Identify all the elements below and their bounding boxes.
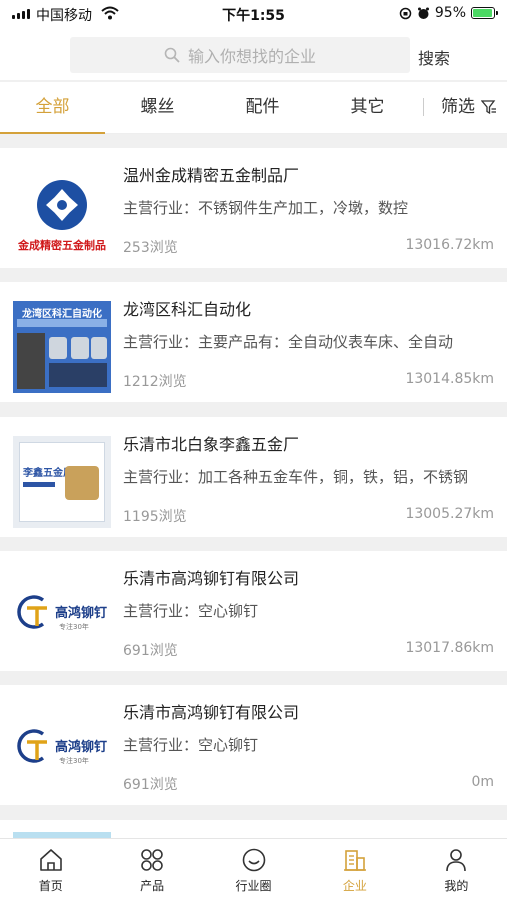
company-logo: 李鑫五金厂	[13, 436, 111, 528]
logo-subtext: 专注30年	[59, 623, 89, 631]
company-industry: 主营行业：空心铆钉	[123, 736, 259, 754]
distance: 13005.27km	[405, 506, 494, 522]
nav-products-label: 产品	[140, 879, 165, 893]
products-icon	[141, 849, 163, 871]
nav-me[interactable]: 我的	[406, 839, 507, 900]
company-card[interactable]: 高鸿铆钉 专注30年 乐清市高鸿铆钉有限公司 主营行业：空心铆钉 691浏览 0…	[0, 685, 507, 805]
company-industry: 主营行业：主要产品有：全自动仪表车床、全自动	[123, 333, 454, 351]
company-name: 乐清市北白象李鑫五金厂	[123, 435, 300, 454]
logo-banner	[17, 319, 107, 327]
logo-banner	[23, 482, 55, 487]
part-image	[91, 337, 107, 359]
nav-products[interactable]: 产品	[101, 839, 202, 900]
search-button[interactable]: 搜索	[418, 45, 450, 69]
company-card[interactable]: 李鑫五金厂 乐清市北白象李鑫五金厂 主营行业：加工各种五金车件，铜，铁，铝，不锈…	[0, 417, 507, 537]
user-icon	[446, 849, 467, 872]
filter-icon	[481, 100, 496, 115]
carrier-label: 中国移动	[36, 8, 92, 24]
part-image	[49, 363, 107, 387]
view-count: 1212浏览	[123, 374, 187, 390]
company-logo: 高鸿铆钉 专注30年	[13, 704, 111, 796]
home-icon	[39, 849, 62, 871]
company-industry: 主营行业：空心铆钉	[123, 602, 259, 620]
company-name: 温州金成精密五金制品厂	[123, 166, 300, 185]
battery-icon	[471, 7, 498, 19]
nav-industry-circle-label: 行业圈	[235, 879, 272, 893]
nav-enterprise-label: 企业	[342, 879, 367, 893]
distance: 13017.86km	[405, 640, 494, 656]
view-count: 253浏览	[123, 240, 178, 256]
logo-subtext: 专注30年	[59, 757, 89, 765]
search-bar: 输入你想找的企业 搜索	[0, 28, 507, 80]
product-image	[65, 466, 99, 500]
part-image	[71, 337, 89, 359]
nav-enterprise[interactable]: 企业	[304, 839, 405, 900]
machine-image	[17, 333, 45, 389]
company-card[interactable]: 金成精密五金制品 温州金成精密五金制品厂 主营行业：不锈钢件生产加工，冷墩，数控…	[0, 148, 507, 268]
gaohong-logo-mark	[17, 595, 47, 629]
company-logo: 龙湾区科汇自动化	[13, 301, 111, 393]
search-icon	[164, 47, 180, 63]
tab-all[interactable]: 全部	[0, 82, 105, 134]
company-name: 龙湾区科汇自动化	[123, 300, 252, 319]
battery-percent: 95%	[434, 5, 466, 21]
distance: 0m	[471, 774, 494, 790]
filter-button[interactable]: 筛选	[441, 82, 497, 132]
search-placeholder: 输入你想找的企业	[187, 47, 316, 66]
view-count: 691浏览	[123, 643, 178, 659]
wifi-icon	[101, 6, 119, 20]
divider	[423, 98, 424, 116]
building-icon	[343, 850, 366, 871]
smile-icon	[242, 848, 265, 872]
company-logo: 金成精密五金制品	[13, 167, 111, 259]
tab-other[interactable]: 其它	[315, 82, 420, 133]
company-industry: 主营行业：加工各种五金车件，铜，铁，铝，不锈钢	[123, 468, 469, 486]
logo-text: 高鸿铆钉	[55, 740, 108, 755]
category-tabs: 全部 螺丝 配件 其它 筛选	[0, 82, 507, 134]
orientation-lock-icon	[399, 7, 412, 19]
logo-text: 高鸿铆钉	[55, 606, 108, 621]
part-image	[49, 337, 67, 359]
view-count: 691浏览	[123, 777, 178, 793]
distance: 13014.85km	[405, 371, 494, 387]
bottom-nav: 首页 产品 行业圈 企业 我的	[0, 838, 507, 900]
gaohong-logo-mark	[17, 729, 47, 763]
company-card[interactable]: 龙湾区科汇自动化 龙湾区科汇自动化 主营行业：主要产品有：全自动仪表车床、全自动…	[0, 282, 507, 402]
nav-home-label: 首页	[38, 879, 63, 893]
logo-text: 龙湾区科汇自动化	[22, 309, 102, 320]
distance: 13016.72km	[405, 237, 494, 253]
nav-home[interactable]: 首页	[0, 839, 101, 900]
tab-screws[interactable]: 螺丝	[105, 82, 210, 133]
filter-label: 筛选	[441, 97, 475, 117]
search-input[interactable]: 输入你想找的企业	[70, 37, 410, 73]
company-card[interactable]: 高鸿铆钉 专注30年 乐清市高鸿铆钉有限公司 主营行业：空心铆钉 691浏览 1…	[0, 551, 507, 671]
signal-icon	[12, 9, 30, 19]
nav-me-label: 我的	[444, 879, 469, 893]
company-industry: 主营行业：不锈钢件生产加工，冷墩，数控	[123, 199, 409, 217]
company-name: 乐清市高鸿铆钉有限公司	[123, 703, 300, 722]
tab-parts[interactable]: 配件	[210, 82, 315, 133]
view-count: 1195浏览	[123, 509, 187, 525]
alarm-icon	[417, 7, 429, 19]
nav-industry-circle[interactable]: 行业圈	[203, 839, 304, 900]
company-name: 乐清市高鸿铆钉有限公司	[123, 569, 300, 588]
company-logo: 高鸿铆钉 专注30年	[13, 570, 111, 662]
status-bar: 中国移动 下午1:55 95%	[0, 0, 507, 28]
logo-text: 金成精密五金制品	[18, 239, 106, 252]
